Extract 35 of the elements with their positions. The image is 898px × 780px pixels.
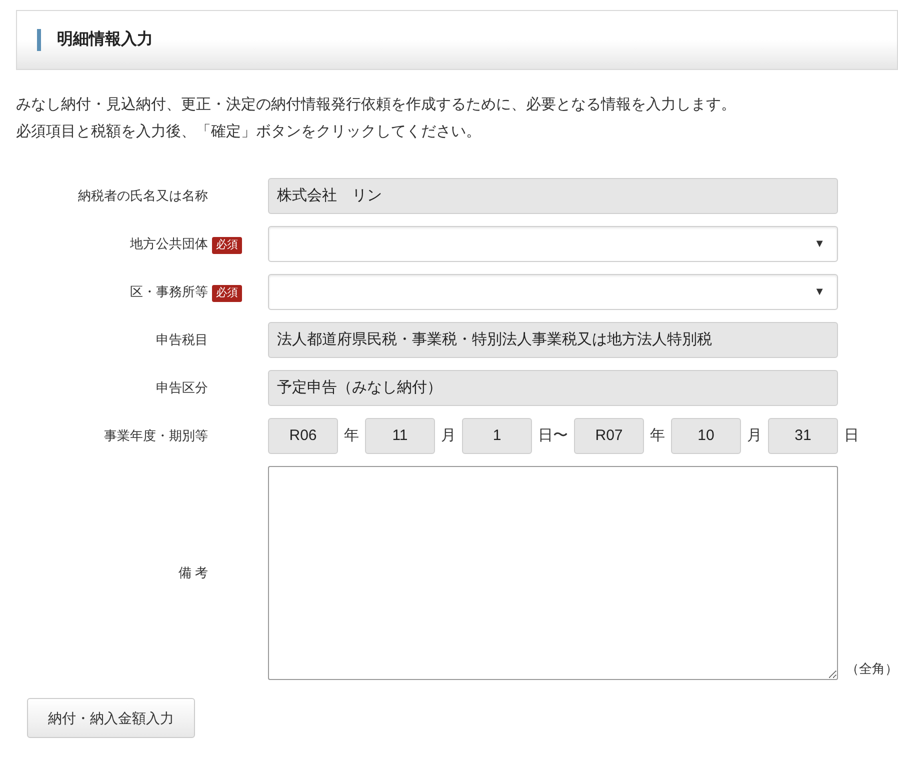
field-label: 事業年度・期別等 bbox=[104, 427, 208, 446]
field-label: 区・事務所等 bbox=[130, 283, 208, 302]
field-label: 備 考 bbox=[178, 564, 208, 582]
section-title: 明細情報入力 bbox=[57, 29, 153, 50]
unit-label: 年 bbox=[343, 426, 360, 446]
field-label: 納税者の氏名又は名称 bbox=[78, 187, 208, 206]
period-field[interactable]: 1 bbox=[462, 418, 532, 454]
period-field[interactable]: 11 bbox=[365, 418, 435, 454]
field-label: 申告区分 bbox=[156, 379, 208, 398]
dropdown-arrow-icon: ▼ bbox=[814, 236, 829, 252]
unit-label: 年 bbox=[649, 426, 666, 446]
readonly-field: 株式会社 リン bbox=[268, 178, 838, 214]
accent-bar bbox=[37, 29, 41, 51]
unit-label: 月 bbox=[746, 426, 763, 446]
required-badge: 必須 bbox=[212, 285, 242, 302]
period-field[interactable]: R07 bbox=[574, 418, 644, 454]
field-label: 地方公共団体 bbox=[130, 235, 208, 254]
readonly-field: 予定申告（みなし納付） bbox=[268, 370, 838, 406]
select-field[interactable]: ▼ bbox=[268, 226, 838, 262]
period-field[interactable]: 31 bbox=[768, 418, 838, 454]
note-text: （全角） bbox=[845, 660, 898, 678]
select-field[interactable]: ▼ bbox=[268, 274, 838, 310]
unit-label: 日 bbox=[843, 426, 860, 446]
period-field[interactable]: 10 bbox=[671, 418, 741, 454]
readonly-field: 法人都道府県民税・事業税・特別法人事業税又は地方法人特別税 bbox=[268, 322, 838, 358]
period-field[interactable]: R06 bbox=[268, 418, 338, 454]
unit-label: 月 bbox=[440, 426, 457, 446]
field-label: 申告税目 bbox=[156, 331, 208, 350]
intro-text: 必須項目と税額を入力後、「確定」ボタンをクリックしてください。 bbox=[16, 122, 482, 142]
amount-input-button[interactable]: 納付・納入金額入力 bbox=[27, 698, 195, 738]
intro-text: みなし納付・見込納付、更正・決定の納付情報発行依頼を作成するために、必要となる情報を入力します。 bbox=[16, 95, 737, 115]
required-badge: 必須 bbox=[212, 237, 242, 254]
dropdown-arrow-icon: ▼ bbox=[814, 284, 829, 300]
remarks-field[interactable] bbox=[268, 466, 838, 680]
unit-label: 日〜 bbox=[537, 426, 569, 446]
